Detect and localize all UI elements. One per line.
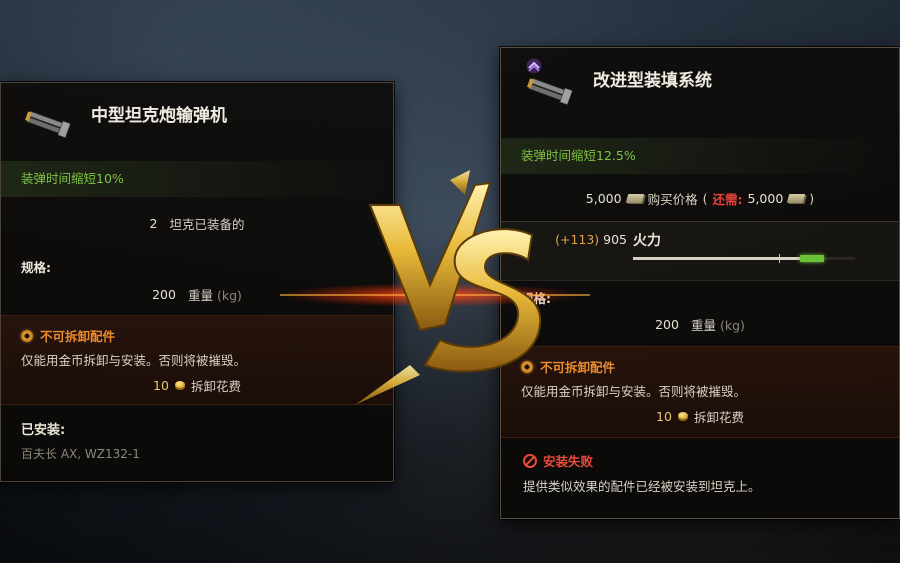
rammer-icon (25, 110, 71, 139)
install-failed-title: 安装失败 (523, 451, 593, 470)
nonremovable-box: 不可拆卸配件 仅能用金币拆卸与安装。否则将被摧毁。 10 拆卸花费 (1, 315, 393, 405)
weight-row: 200 重量 (kg) (501, 315, 899, 334)
firepower-bar-tick (779, 254, 780, 263)
firepower-row: (+113) 905 火力 (501, 221, 899, 281)
demount-cost-row: 10 拆卸花费 (1, 376, 393, 395)
demount-cost-value: 10 (153, 378, 169, 393)
tanks-equipped-label: 坦克已装备的 (169, 217, 245, 232)
tanks-equipped-row: 2 坦克已装备的 (1, 214, 393, 233)
nonremovable-desc: 仅能用金币拆卸与安装。否则将被摧毁。 (21, 353, 247, 368)
price-value: 5,000 (585, 191, 622, 206)
tooltip-title: 中型坦克炮输弹机 (91, 106, 227, 126)
price-label: 购买价格 (647, 192, 698, 207)
weight-value: 200 (152, 287, 176, 302)
need-label: 还需: (712, 192, 743, 207)
nonremovable-title: 不可拆卸配件 (21, 326, 115, 345)
weight-value: 200 (655, 317, 679, 332)
nonremovable-desc: 仅能用金币拆卸与安装。否则将被摧毁。 (521, 384, 747, 399)
firepower-bar (633, 254, 855, 263)
demount-cost-row: 10 拆卸花费 (501, 407, 899, 426)
rank-chevron-icon (526, 58, 542, 74)
credits-icon (787, 194, 806, 203)
effect-row: 装弹时间缩短10% (1, 161, 393, 197)
current-equipment-tooltip: 中型坦克炮输弹机 装弹时间缩短10% 2 坦克已装备的 规格: 200 重量 (… (0, 82, 394, 482)
firepower-bar-fill (633, 257, 800, 260)
firepower-bar-bonus (799, 255, 824, 262)
tanks-equipped-count: 2 (149, 216, 158, 231)
loader-icon (527, 77, 573, 106)
firepower-delta: (+113) (555, 232, 600, 247)
nonremovable-title: 不可拆卸配件 (521, 357, 615, 376)
prohibited-icon (523, 453, 537, 468)
gold-coin-icon (174, 381, 185, 388)
need-value: 5,000 (747, 191, 784, 206)
gold-coin-icon (677, 412, 688, 419)
demount-cost-label: 拆卸花费 (693, 410, 744, 425)
gear-icon (521, 360, 533, 373)
firepower-label: 火力 (633, 233, 661, 249)
price-row: 5,000 购买价格 (还需: 5,000 ) (585, 191, 815, 207)
demount-cost-value: 10 (656, 409, 672, 424)
new-equipment-tooltip: 改进型装填系统 装弹时间缩短12.5% 5,000 购买价格 (还需: 5,00… (500, 47, 900, 519)
tooltip-header: 改进型装填系统 (501, 48, 899, 124)
effect-row: 装弹时间缩短12.5% (501, 138, 899, 174)
credits-icon (625, 194, 644, 203)
installed-value: 百夫长 AX, WZ132-1 (21, 447, 140, 461)
gear-icon (21, 329, 33, 342)
installed-label: 已安装: (21, 423, 66, 438)
demount-cost-label: 拆卸花费 (190, 379, 241, 394)
install-failed-desc: 提供类似效果的配件已经被安装到坦克上。 (523, 479, 761, 494)
weight-label: 重量 (kg) (187, 288, 242, 303)
firepower-values: (+113) 905 (555, 232, 627, 247)
firepower-value: 905 (603, 232, 627, 247)
weight-label: 重量 (kg) (690, 318, 745, 333)
tooltip-header: 中型坦克炮输弹机 (1, 83, 393, 159)
tooltip-title: 改进型装填系统 (593, 71, 712, 91)
nonremovable-box: 不可拆卸配件 仅能用金币拆卸与安装。否则将被摧毁。 10 拆卸花费 (501, 346, 899, 438)
specs-label: 规格: (21, 260, 51, 275)
specs-label: 规格: (521, 291, 551, 306)
weight-row: 200 重量 (kg) (1, 285, 393, 304)
